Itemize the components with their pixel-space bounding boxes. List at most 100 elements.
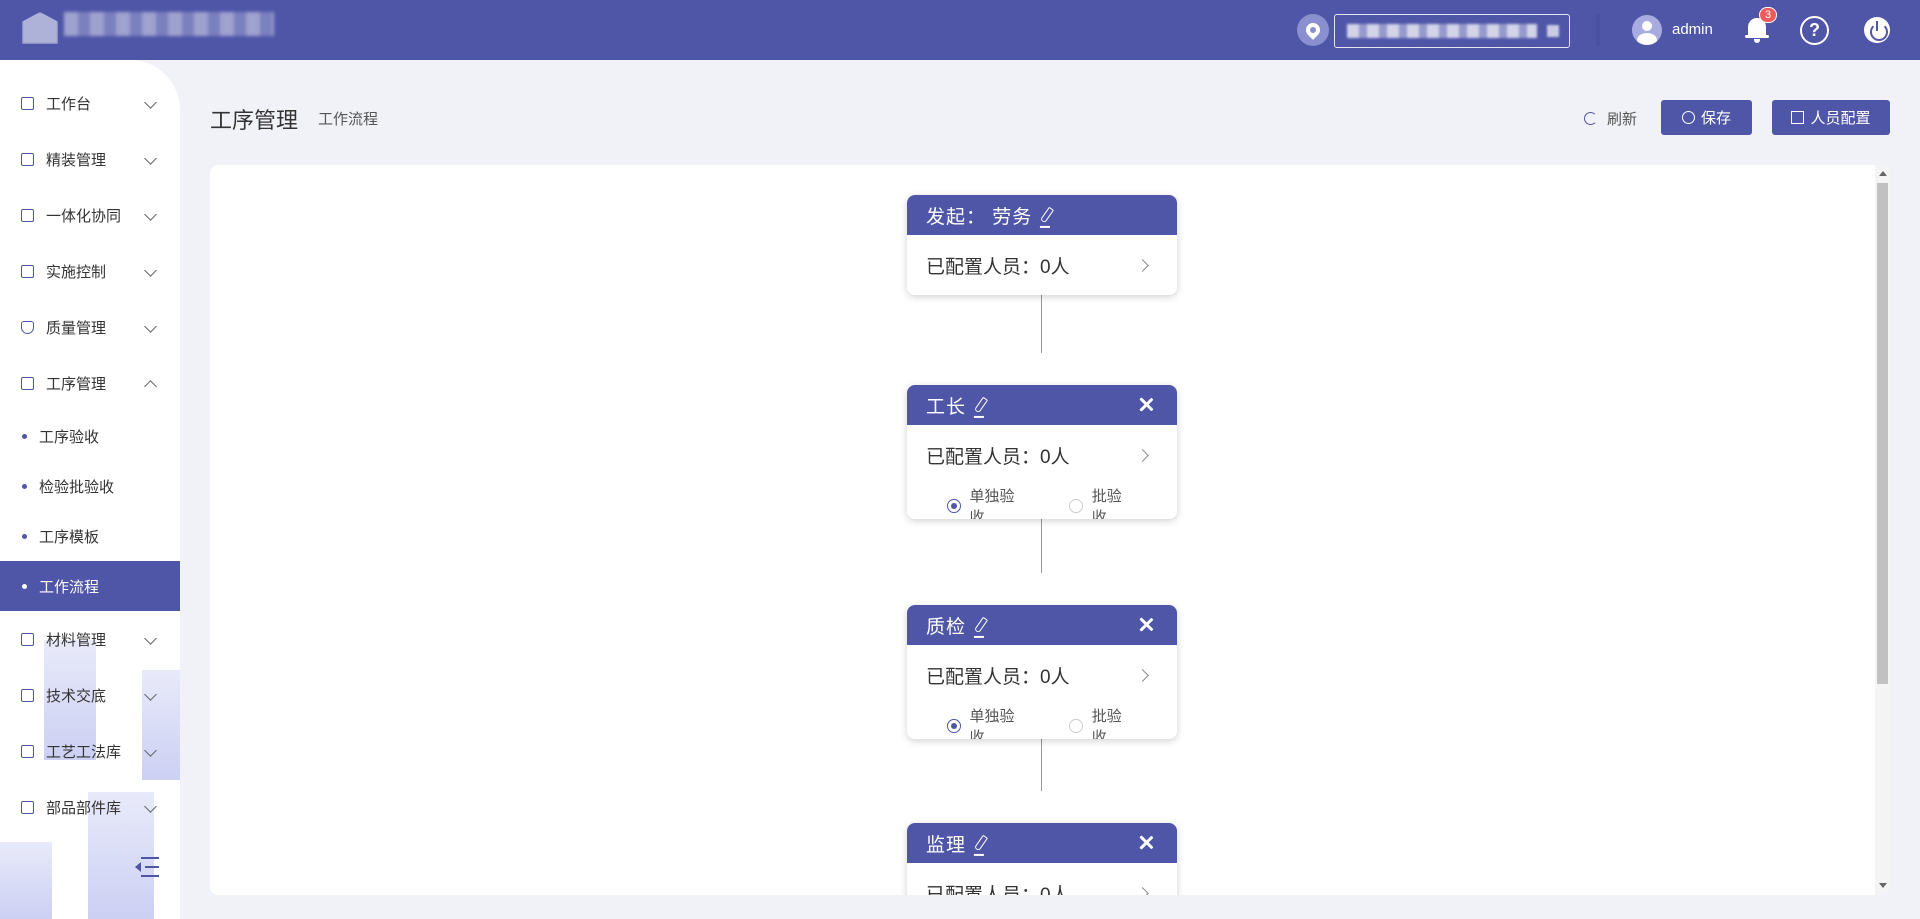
collapse-menu-icon[interactable] [135,857,159,877]
sidebar-item-implementation[interactable]: 实施控制 [0,248,180,294]
sidebar-item-materials[interactable]: 材料管理 [0,616,180,662]
sidebar-subitem-label: 工作流程 [39,578,100,596]
bullet-icon [22,483,27,489]
sidebar-subitem-label: 工序验收 [39,428,100,446]
node-staff-row[interactable]: 已配置人员： 0人 [907,425,1177,485]
home-icon [21,152,34,166]
location-icon[interactable] [1297,14,1329,46]
grid-icon [21,800,34,814]
close-icon[interactable] [1138,834,1155,851]
radio-circle [1069,719,1083,733]
chevron-right-icon [1136,449,1149,462]
chevron-down-icon [144,800,157,813]
staff-label: 已配置人员： [926,666,1041,688]
sidebar-item-parts-library[interactable]: 部品部件库 [0,784,180,830]
radio-batch-acceptance[interactable]: 批验收 [1069,705,1135,739]
sidebar-item-label: 部品部件库 [46,799,122,817]
acceptance-mode-group: 单独验收 批验收 [907,485,1177,519]
flow-connector [1041,733,1042,791]
sidebar-subitem-label: 检验批验收 [39,478,115,496]
flow-icon [21,376,34,390]
sidebar-subitem-batch-acceptance[interactable]: 检验批验收 [0,466,180,506]
sidebar-item-quality[interactable]: 质量管理 [0,304,180,350]
sidebar-item-label: 工作台 [46,95,92,113]
node-staff-row[interactable]: 已配置人员： 0人 [907,863,1177,895]
notification-badge: 3 [1759,7,1777,23]
sidebar-item-label: 质量管理 [46,319,107,337]
node-title: 质检 [926,616,967,638]
user-name[interactable]: admin [1672,21,1713,38]
flow-node-initiator: 发起： 劳务 已配置人员： 0人 [907,195,1177,295]
refresh-label: 刷新 [1607,111,1638,128]
sidebar-item-craft-library[interactable]: 工艺工法库 [0,728,180,774]
help-icon[interactable]: ? [1800,16,1829,45]
page-title: 工序管理 [210,108,299,133]
pencil-icon[interactable] [973,396,989,414]
scroll-down-arrow[interactable] [1879,883,1887,888]
sidebar-item-label: 技术交底 [46,687,107,705]
sidebar-subitem-process-acceptance[interactable]: 工序验收 [0,416,180,456]
flow-connector [1041,515,1042,573]
avatar[interactable] [1632,15,1662,45]
radio-circle [947,719,961,733]
sidebar-item-label: 精装管理 [46,151,107,169]
sidebar-subitem-label: 工序模板 [39,528,100,546]
radio-batch-acceptance[interactable]: 批验收 [1069,485,1135,519]
sidebar-item-process[interactable]: 工序管理 [0,360,180,406]
staff-config-label: 人员配置 [1810,110,1871,127]
close-icon[interactable] [1138,396,1155,413]
staff-count: 0人 [1040,666,1070,688]
logo [22,10,274,46]
pencil-icon[interactable] [973,834,989,852]
sidebar-item-tech-briefing[interactable]: 技术交底 [0,672,180,718]
staff-label: 已配置人员： [926,256,1041,278]
radio-circle [947,499,961,513]
pencil-icon[interactable] [1040,206,1055,224]
flow-icon [21,208,34,222]
project-select[interactable] [1334,14,1570,48]
plus-circle-icon [1681,111,1695,124]
close-icon[interactable] [1138,616,1155,633]
radio-label: 单独验收 [969,488,1015,519]
sidebar-item-label: 一体化协同 [46,207,122,225]
vertical-scrollbar[interactable] [1875,165,1890,895]
chevron-right-icon [1136,259,1149,272]
sidebar-subitem-process-template[interactable]: 工序模板 [0,516,180,556]
node-staff-row[interactable]: 已配置人员： 0人 [907,235,1177,295]
shield-icon [21,320,34,334]
sidebar-item-label: 实施控制 [46,263,107,281]
radio-label: 批验收 [1091,708,1122,739]
sidebar-item-decoration[interactable]: 精装管理 [0,136,180,182]
radio-single-acceptance[interactable]: 单独验收 [947,705,1027,739]
refresh-button[interactable]: 刷新 [1584,108,1637,129]
node-header: 发起： 劳务 [907,195,1177,235]
power-icon[interactable] [1864,17,1890,43]
node-header: 质检 [907,605,1177,645]
node-staff-row[interactable]: 已配置人员： 0人 [907,645,1177,705]
node-title: 发起： 劳务 [926,206,1033,228]
chevron-down-icon [144,264,157,277]
bullet-icon [22,533,27,539]
radio-circle [1069,499,1083,513]
workflow-canvas: 发起： 劳务 已配置人员： 0人 工长 已配置人员： 0人 单独验收 批验收 质… [210,165,1890,895]
staff-count: 0人 [1040,884,1070,896]
chevron-down-icon [144,632,157,645]
sidebar-item-label: 工序管理 [46,375,107,393]
chevron-right-icon [1136,887,1149,895]
sidebar-item-collaboration[interactable]: 一体化协同 [0,192,180,238]
document-icon [21,688,34,702]
save-button[interactable]: 保存 [1661,100,1752,135]
pencil-icon[interactable] [973,616,989,634]
staff-count: 0人 [1040,256,1070,278]
scroll-up-arrow[interactable] [1879,171,1887,176]
radio-label: 批验收 [1091,488,1122,519]
header-divider [1596,14,1600,46]
sidebar-subitem-workflow[interactable]: 工作流程 [0,566,180,606]
node-title: 监理 [926,834,967,856]
staff-config-button[interactable]: 人员配置 [1772,100,1890,135]
chevron-down-icon [144,744,157,757]
sidebar-item-workbench[interactable]: 工作台 [0,80,180,126]
radio-single-acceptance[interactable]: 单独验收 [947,485,1027,519]
scrollbar-thumb[interactable] [1877,183,1888,684]
chevron-up-icon [144,380,157,393]
